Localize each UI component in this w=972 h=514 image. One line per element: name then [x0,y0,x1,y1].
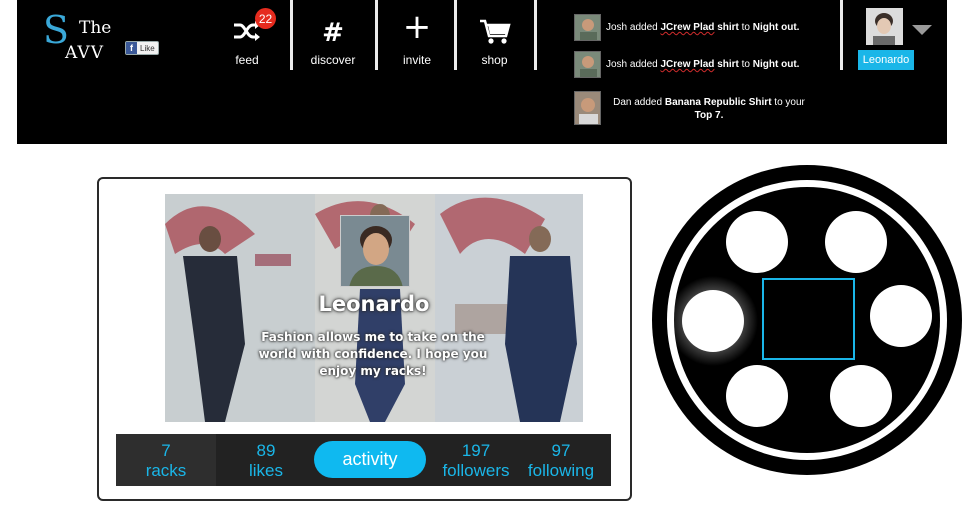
nav-divider [840,0,843,70]
stat-followers[interactable]: 197 followers [426,434,526,486]
activity-item-link[interactable]: JCrew Plad shirt [661,22,739,33]
user-name-button[interactable]: Leonardo [858,50,914,70]
activity-verb: added [627,59,661,70]
stat-racks-label: racks [145,461,187,480]
activity-text: Dan added Banana Republic Shirt to your … [609,96,809,122]
activity-verb: added [631,97,665,108]
profile-bio: Fashion allows me to take on the world w… [258,330,488,378]
nav-invite-label: invite [402,53,431,67]
rack-slot[interactable] [726,211,788,273]
stat-following-label: following [527,461,595,480]
facebook-like-button[interactable]: f Like [125,41,159,55]
stat-likes-label: likes [248,461,283,480]
stat-following[interactable]: 97 following [516,434,606,486]
activity-feed-item[interactable]: Dan added Banana Republic Shirt to your … [574,91,824,127]
nav-feed-label: feed [235,53,259,67]
activity-button[interactable]: activity [314,441,426,478]
activity-user[interactable]: Josh [606,59,627,70]
activity-item-link[interactable]: Banana Republic Shirt [665,97,772,108]
nav-feed[interactable]: feed [207,0,287,72]
logo-the: The [79,18,112,38]
facebook-like-label: Like [140,43,155,53]
rack-wheel[interactable] [650,165,966,475]
activity-feed-item[interactable]: Josh added JCrew Plad shirt to Night out… [574,14,824,44]
stat-likes[interactable]: 89 likes [216,434,316,486]
profile-photo[interactable] [340,215,410,287]
activity-item-name: JCrew Plad [660,59,715,70]
profile-cover-image: Leonardo Fashion allows me to take on th… [165,194,583,422]
activity-item-suffix: shirt [714,22,739,33]
facebook-icon: f [126,42,137,54]
activity-target[interactable]: Top 7. [695,110,724,121]
profile-card: Leonardo Fashion allows me to take on th… [97,177,632,501]
nav-discover[interactable]: # discover [293,0,373,72]
stat-followers-count: 197 [461,441,491,460]
activity-avatar[interactable] [574,51,601,78]
stat-following-count: 97 [551,441,571,460]
activity-mid: to [738,59,753,70]
chevron-down-icon[interactable] [912,25,932,35]
activity-target[interactable]: Night out. [753,59,800,70]
user-avatar[interactable] [866,8,903,45]
stat-racks-count: 7 [161,441,171,460]
activity-user[interactable]: Dan [613,97,631,108]
activity-item-suffix: shirt [714,59,739,70]
activity-text: Josh added JCrew Plad shirt to Night out… [606,59,799,70]
activity-avatar[interactable] [574,14,601,41]
stat-likes-count: 89 [256,441,276,460]
activity-verb: added [627,22,661,33]
nav-shop[interactable]: shop [457,0,532,72]
top-navigation-bar: S The AVV f Like feed 22 # discover + in… [17,0,947,144]
nav-divider [534,0,537,70]
activity-item-name: JCrew Plad [660,22,715,33]
activity-user[interactable]: Josh [606,22,627,33]
rack-slot[interactable] [726,365,788,427]
activity-mid: to [738,22,753,33]
stat-racks[interactable]: 7 racks [116,434,216,486]
profile-name: Leonardo [318,292,430,316]
activity-target[interactable]: Night out. [753,22,800,33]
rack-slot[interactable] [682,290,744,352]
logo-avv: AVV [65,43,104,63]
rack-slot[interactable] [830,365,892,427]
activity-feed-item[interactable]: Josh added JCrew Plad shirt to Night out… [574,51,824,81]
stat-followers-label: followers [442,461,510,480]
activity-text: Josh added JCrew Plad shirt to Night out… [606,22,799,33]
feed-notification-badge[interactable]: 22 [255,8,276,29]
cart-icon [457,18,532,48]
nav-discover-label: discover [310,53,356,67]
rack-slot[interactable] [825,211,887,273]
activity-mid: to your [771,97,805,108]
nav-invite[interactable]: + invite [378,0,456,72]
activity-avatar[interactable] [574,91,601,125]
hash-icon: # [322,18,344,48]
nav-shop-label: shop [481,53,508,67]
profile-stats-bar: 7 racks 89 likes activity 197 followers … [116,434,611,486]
rack-slot[interactable] [870,285,932,347]
plus-icon: + [402,7,432,47]
activity-item-link[interactable]: JCrew Plad shirt [661,59,739,70]
